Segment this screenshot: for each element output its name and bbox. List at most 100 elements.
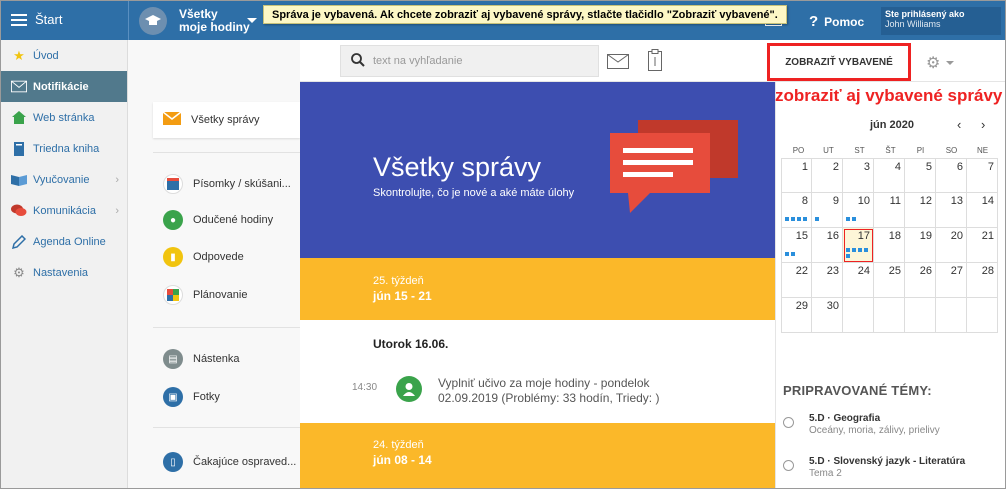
- sidebar-item-label: Triedna kniha: [33, 142, 100, 155]
- folder-odpovede[interactable]: ▮ Odpovede: [153, 239, 300, 275]
- calendar-day[interactable]: 11: [874, 193, 905, 228]
- calendar-dow: PO: [792, 146, 805, 155]
- caret-down-icon[interactable]: [247, 18, 257, 23]
- calendar-day[interactable]: 12: [905, 193, 936, 228]
- day-section: Utorok 16.06. 14:30 Vyplniť učivo za moj…: [300, 320, 775, 423]
- folder-fotky[interactable]: ▣ Fotky: [153, 379, 300, 415]
- folder-label: Čakajúce ospraved...: [193, 456, 297, 468]
- topic-title: 5.D · Slovenský jazyk - Literatúra: [809, 456, 966, 467]
- search-icon: [351, 52, 365, 70]
- sidebar-item-uvod[interactable]: ★ Úvod: [1, 40, 127, 71]
- clipboard-icon[interactable]: [648, 49, 662, 74]
- calendar-day[interactable]: 29: [781, 298, 812, 333]
- sidebar-item-notifikacie[interactable]: Notifikácie: [1, 71, 127, 102]
- folder-oducene-hodiny[interactable]: ● Odučené hodiny: [153, 202, 300, 238]
- sidebar-item-nastavenia[interactable]: ⚙ Nastavenia: [1, 257, 127, 288]
- search-input[interactable]: [373, 55, 583, 67]
- calendar-day[interactable]: 8: [781, 193, 812, 228]
- topic-subtitle: Oceány, moria, zálivy, prielivy: [809, 425, 940, 436]
- folder-pisomky[interactable]: Písomky / skúšani...: [153, 166, 300, 202]
- speech-bubbles-icon: [610, 120, 738, 213]
- calendar-icon: [163, 174, 183, 194]
- topic-subtitle: Tema 2: [809, 468, 842, 479]
- settings-dropdown[interactable]: ⚙: [926, 53, 955, 73]
- calendar-day[interactable]: 18: [874, 228, 905, 263]
- calendar-day[interactable]: 1: [781, 158, 812, 193]
- calendar-prev-button[interactable]: ‹: [957, 117, 961, 132]
- sidebar-item-triedna-kniha[interactable]: Triedna kniha: [1, 133, 127, 164]
- calendar-day[interactable]: 15: [781, 228, 812, 263]
- clock-icon: [783, 417, 794, 428]
- calendar-day[interactable]: 9: [812, 193, 843, 228]
- folder-cakajuce-ospravedlnenky[interactable]: ▯ Čakajúce ospraved...: [153, 444, 300, 480]
- envelope-icon: [162, 111, 182, 128]
- calendar-day[interactable]: 20: [936, 228, 967, 263]
- calendar-day-empty: [905, 298, 936, 333]
- plan-icon: [163, 285, 183, 305]
- sidebar-item-komunikacia[interactable]: Komunikácia ›: [1, 195, 127, 226]
- folder-divider: [153, 427, 300, 428]
- calendar-day[interactable]: 3: [843, 158, 874, 193]
- graduation-cap-icon[interactable]: [139, 7, 167, 35]
- start-label: Štart: [35, 12, 63, 27]
- sidebar-item-agenda-online[interactable]: Agenda Online: [1, 226, 127, 257]
- folder-vsetky-spravy[interactable]: Všetky správy: [153, 102, 308, 138]
- calendar-day[interactable]: 4: [874, 158, 905, 193]
- show-resolved-button[interactable]: ZOBRAZIŤ VYBAVENÉ: [767, 43, 911, 81]
- week-header: 24. týždeň jún 08 - 14: [300, 423, 775, 488]
- calendar-day[interactable]: 19: [905, 228, 936, 263]
- hero-title: Všetky správy: [373, 152, 542, 182]
- sidebar-item-label: Úvod: [33, 49, 59, 62]
- chart-icon: ▮: [163, 247, 183, 267]
- event-marker: [815, 217, 841, 221]
- event-marker: [846, 217, 872, 221]
- calendar-day[interactable]: 28: [967, 263, 998, 298]
- calendar-day[interactable]: 27: [936, 263, 967, 298]
- pencil-icon: [11, 234, 27, 249]
- calendar-day[interactable]: 24: [843, 263, 874, 298]
- subject-selector[interactable]: Všetky moje hodiny: [179, 8, 250, 34]
- calendar-dow: UT: [823, 146, 834, 155]
- start-menu-button[interactable]: Štart: [11, 12, 62, 27]
- calendar-day[interactable]: 10: [843, 193, 874, 228]
- search-box[interactable]: [340, 45, 599, 77]
- calendar-day-today[interactable]: 17: [843, 228, 874, 263]
- sidebar-item-label: Nastavenia: [33, 266, 89, 279]
- calendar-day[interactable]: 7: [967, 158, 998, 193]
- calendar-day[interactable]: 21: [967, 228, 998, 263]
- calendar-day[interactable]: 30: [812, 298, 843, 333]
- calendar-day[interactable]: 26: [905, 263, 936, 298]
- calendar-dow: NE: [976, 146, 989, 155]
- calendar-day[interactable]: 23: [812, 263, 843, 298]
- envelope-outline-icon[interactable]: [607, 54, 629, 72]
- calendar-day[interactable]: 6: [936, 158, 967, 193]
- annotation-text: zobraziť aj vybavené správy: [775, 86, 1003, 105]
- message-item[interactable]: Vyplniť učivo za moje hodiny - pondelok …: [438, 376, 758, 406]
- calendar-next-button[interactable]: ›: [981, 117, 985, 132]
- excuse-icon: ▯: [163, 452, 183, 472]
- week-header: 25. týždeň jún 15 - 21: [300, 258, 775, 320]
- calendar-day[interactable]: 5: [905, 158, 936, 193]
- folder-divider: [153, 327, 300, 328]
- gear-icon: ⚙: [926, 55, 941, 72]
- folder-label: Nástenka: [193, 353, 240, 365]
- book-icon: [11, 141, 27, 156]
- calendar-day[interactable]: 16: [812, 228, 843, 263]
- calendar-day[interactable]: 2: [812, 158, 843, 193]
- person-icon: ●: [163, 210, 183, 230]
- board-icon: ▤: [163, 349, 183, 369]
- calendar-day[interactable]: 25: [874, 263, 905, 298]
- user-menu[interactable]: Ste prihlásený ako John Williams: [881, 7, 1001, 35]
- calendar-day[interactable]: 14: [967, 193, 998, 228]
- logged-as-label: Ste prihlásený ako: [885, 9, 965, 19]
- sidebar-item-web-stranka[interactable]: Web stránka: [1, 102, 127, 133]
- calendar-day[interactable]: 13: [936, 193, 967, 228]
- calendar-day[interactable]: 22: [781, 263, 812, 298]
- week-dates: jún 08 - 14: [373, 453, 432, 467]
- sidebar-item-vyucovanie[interactable]: Vyučovanie ›: [1, 164, 127, 195]
- calendar-dow: ŠT: [885, 146, 896, 155]
- folder-nastenka[interactable]: ▤ Nástenka: [153, 341, 300, 377]
- help-button[interactable]: ? Pomoc: [809, 13, 864, 30]
- folder-planovanie[interactable]: Plánovanie: [153, 277, 300, 313]
- calendar-day-empty: [874, 298, 905, 333]
